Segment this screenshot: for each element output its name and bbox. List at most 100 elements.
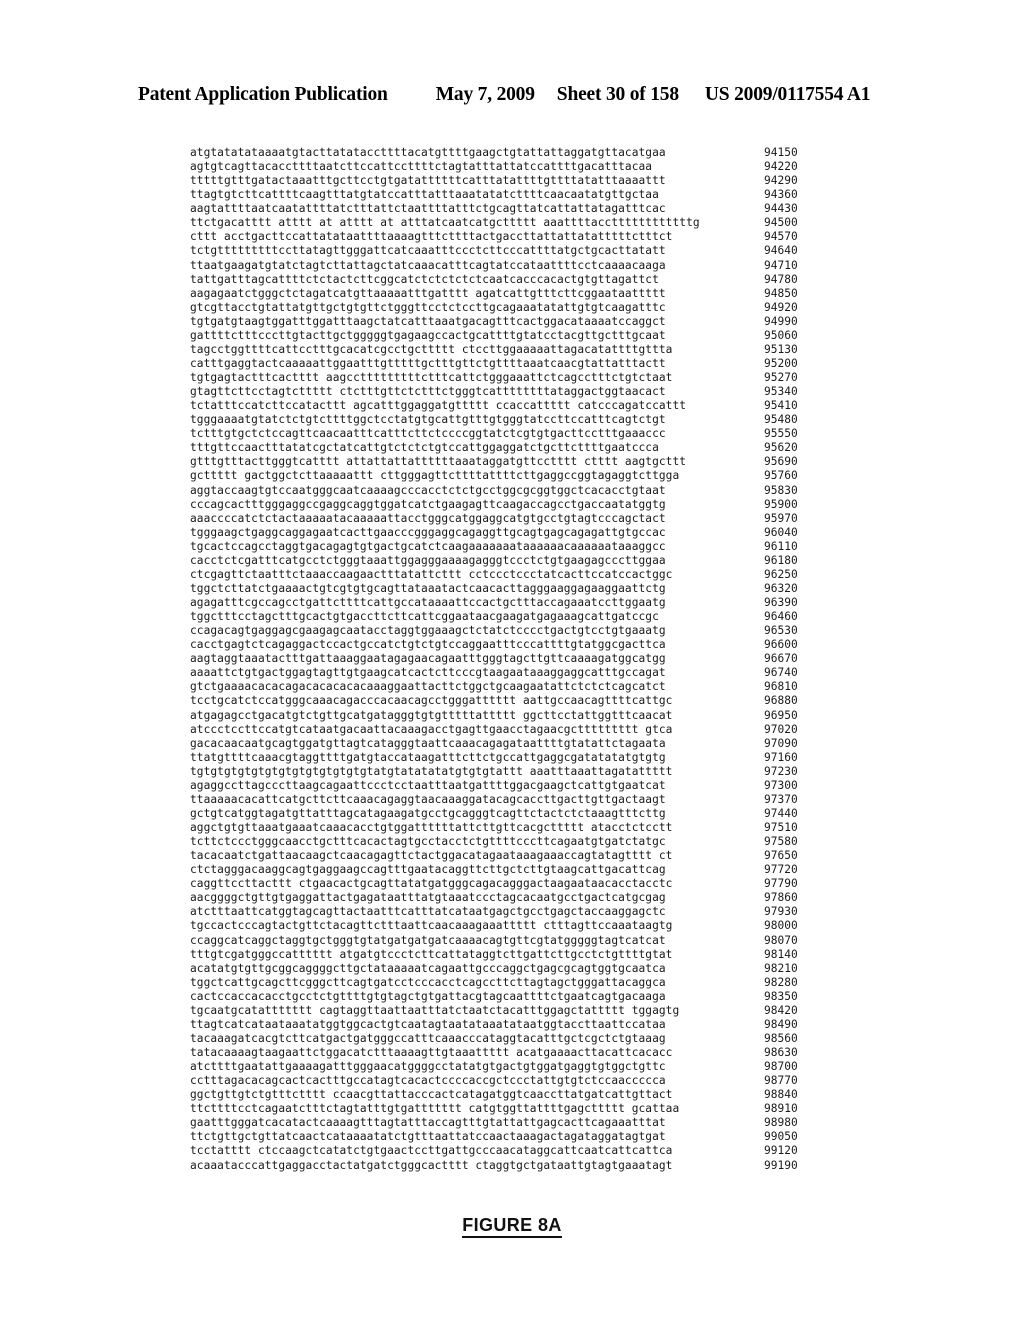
sequence-bases: atgtatatataaaatgtacttatataccttttacatgttt…	[190, 146, 666, 159]
sequence-row: aacggggctgttgtgaggattactgagataatttatgtaa…	[190, 891, 850, 905]
sequence-bases: caggttccttacttt ctgaacactgcagttatatgatgg…	[190, 877, 673, 891]
sequence-row: tggctttcctagctttgcactgtgaccttcttcattcgga…	[190, 610, 850, 624]
sequence-row: tctgtttttttttccttatagttgggattcatcaaatttc…	[190, 244, 850, 258]
sequence-position: 98700	[764, 1060, 798, 1074]
sequence-row: tatacaaaagtaagaattctggacatctttaaaagttgta…	[190, 1046, 850, 1060]
sequence-bases: tctgtttttttttccttatagttgggattcatcaaatttc…	[190, 244, 666, 258]
sequence-bases: tctttgtgctctccagttcaacaatttcatttcttctccc…	[190, 427, 666, 441]
sequence-position: 97580	[764, 835, 798, 849]
sequence-bases: gcttttt gactggctcttaaaaattt cttgggagttct…	[190, 469, 680, 483]
sequence-row: tacacaatctgattaacaagctcaacagagttctactgga…	[190, 849, 850, 863]
sequence-bases: tttttgtttgatactaaatttgcttcctgtgatatttttt…	[190, 174, 666, 188]
sequence-bases: catttgaggtactcaaaaattggaatttgtttttgctttg…	[190, 356, 666, 370]
sequence-bases: tattgatttagcattttctctactcttcggcatctctctc…	[190, 272, 659, 286]
sequence-row: cttt acctgacttccattatataattttaaaagtttctt…	[190, 230, 850, 244]
sequence-row: agaggccttagcccttaagcagaattccctcctaatttaa…	[190, 779, 850, 793]
sequence-position: 95620	[764, 441, 798, 455]
sequence-position: 97160	[764, 750, 798, 764]
sequence-position: 96110	[764, 539, 798, 553]
sequence-bases: ttctgacatttt atttt at atttt at atttatcaa…	[190, 216, 700, 230]
sequence-position: 95970	[764, 511, 798, 525]
sequence-bases: tacaaagatcacgtcttcatgactgatgggccatttcaaa…	[190, 1031, 666, 1045]
sequence-row: atctttaattcatggtagcagttactaatttcatttatca…	[190, 905, 850, 919]
sequence-position: 96250	[764, 567, 798, 581]
sequence-bases: gctgtcatggtagatgttatttagcatagaagatgcctgc…	[190, 806, 666, 820]
sequence-row: agagatttcgccagcctgattcttttcattgccataaaat…	[190, 596, 850, 610]
sequence-bases: gtagttcttcctagtcttttt ctctttgttctctttctg…	[190, 385, 666, 399]
sequence-bases: tggctttcctagctttgcactgtgaccttcttcattcgga…	[190, 610, 659, 624]
sequence-bases: tgcaatgcatattttttt cagtaggttaattaatttatc…	[190, 1003, 680, 1017]
sheet-number: Sheet 30 of 158	[556, 84, 679, 105]
sequence-bases: gacacaacaatgcagtggatgttagtcatagggtaattca…	[190, 736, 666, 750]
sequence-position: 97370	[764, 792, 798, 806]
sequence-row: tttgttccaactttatatcgctatcattgtctctctgtcc…	[190, 441, 850, 455]
sequence-position: 95060	[764, 328, 798, 342]
sequence-bases: aggtaccaagtgtccaatgggcaatcaaaagcccacctct…	[190, 483, 666, 497]
sequence-position: 98770	[764, 1074, 798, 1088]
sequence-bases: tagcctggttttcattcctttgcacatcgcctgcttttt …	[190, 342, 673, 356]
sequence-row: tgcaatgcatattttttt cagtaggttaattaatttatc…	[190, 1004, 850, 1018]
sequence-position: 98560	[764, 1031, 798, 1045]
sequence-position: 94710	[764, 258, 798, 272]
sequence-row: aaaattctgtgactggagtagttgtgaagcatcactcttc…	[190, 666, 850, 680]
sequence-row: aagtaggtaaatactttgattaaaggaatagagaacagaa…	[190, 652, 850, 666]
sequence-position: 98490	[764, 1017, 798, 1031]
sequence-bases: tttgttccaactttatatcgctatcattgtctctctgtcc…	[190, 441, 659, 455]
sequence-row: ttagtcatcataataaatatggtggcactgtcaatagtaa…	[190, 1018, 850, 1032]
sequence-position: 98980	[764, 1116, 798, 1130]
sequence-bases: tgtgtgtgtgtgtgtgtgtgtgtgtgtatgtatatatatg…	[190, 764, 673, 778]
figure-caption-label: FIGURE 8A	[462, 1215, 562, 1238]
sequence-position: 97230	[764, 764, 798, 778]
sequence-position: 95130	[764, 342, 798, 356]
sequence-row: cactccaccacacctgcctctgttttgtgtagctgtgatt…	[190, 990, 850, 1004]
sequence-row: atgtatatataaaatgtacttatataccttttacatgttt…	[190, 146, 850, 160]
sequence-bases: tgtgagtactttcactttt aagcctttttttttctttca…	[190, 371, 673, 384]
sequence-position: 98840	[764, 1088, 798, 1102]
sequence-position: 94640	[764, 244, 798, 258]
sequence-row: tcctatttt ctccaagctcatatctgtgaactccttgat…	[190, 1144, 850, 1158]
sequence-position: 94360	[764, 188, 798, 202]
sequence-position: 95550	[764, 427, 798, 441]
sequence-bases: cacctctcgatttcatgcctctgggtaaattggagggaaa…	[190, 553, 666, 567]
sequence-bases: aaaattctgtgactggagtagttgtgaagcatcactcttc…	[190, 666, 666, 680]
sequence-row: aagtattttaatcaatattttatctttattctaattttat…	[190, 202, 850, 216]
sequence-bases: agaggccttagcccttaagcagaattccctcctaatttaa…	[190, 778, 666, 792]
sequence-row: gcttttt gactggctcttaaaaattt cttgggagttct…	[190, 469, 850, 483]
sequence-row: ccaggcatcaggctaggtgctgggtgtatgatgatgatca…	[190, 934, 850, 948]
sequence-row: tcctgcatctccatgggcaaacagacccacaacagcctgg…	[190, 694, 850, 708]
sequence-position: 98280	[764, 975, 798, 989]
sequence-bases: ttctgttgctgttatcaactcataaaatatctgtttaatt…	[190, 1130, 666, 1144]
sequence-bases: tgggaaaatgtatctctgtcttttggctcctatgtgcatt…	[190, 413, 666, 427]
sequence-position: 94570	[764, 230, 798, 244]
sequence-row: ttcttttcctcagaatctttctagtatttgtgattttttt…	[190, 1102, 850, 1116]
sequence-bases: atccctccttccatgtcataatgacaattacaaagacctg…	[190, 722, 673, 736]
sequence-position: 94220	[764, 160, 798, 174]
sequence-row: tgggaaaatgtatctctgtcttttggctcctatgtgcatt…	[190, 413, 850, 427]
publication-title: Patent Application Publication	[138, 84, 388, 105]
sequence-row: gctgtcatggtagatgttatttagcatagaagatgcctgc…	[190, 807, 850, 821]
sequence-bases: gaatttgggatcacatactcaaaagtttagtatttaccag…	[190, 1116, 666, 1130]
sequence-position: 97790	[764, 877, 798, 891]
sequence-bases: atcttttgaatattgaaaagatttgggaacatggggccta…	[190, 1060, 666, 1074]
sequence-bases: tcttctccctgggcaacctgctttcacactagtgcctacc…	[190, 835, 666, 849]
sequence-bases: tctatttccatcttccatacttt agcatttggaggatgt…	[190, 399, 687, 413]
sequence-row: tctatttccatcttccatacttt agcatttggaggatgt…	[190, 399, 850, 413]
sequence-position: 97860	[764, 891, 798, 905]
sequence-bases: gtttgtttacttgggtcatttt attattattatttttta…	[190, 455, 687, 469]
sequence-bases: ttcttttcctcagaatctttctagtatttgtgattttttt…	[190, 1102, 680, 1116]
sequence-position: 98350	[764, 989, 798, 1003]
sequence-row: tttgtcgatgggccatttttt atgatgtccctcttcatt…	[190, 948, 850, 962]
sequence-row: atcttttgaatattgaaaagatttgggaacatggggccta…	[190, 1060, 850, 1074]
sequence-position: 96600	[764, 638, 798, 652]
publication-date: May 7, 2009	[435, 84, 535, 105]
sequence-row: gtctgaaaacacacagacacacacacaaaggaattacttc…	[190, 680, 850, 694]
sequence-position: 95830	[764, 483, 798, 497]
sequence-position: 98000	[764, 919, 798, 933]
sequence-bases: ttaatgaagatgtatctagtcttattagctatcaaacatt…	[190, 258, 666, 272]
sequence-bases: gattttctttcccttgtacttgctgggggtgagaagccac…	[190, 328, 666, 342]
sequence-row: catttgaggtactcaaaaattggaatttgtttttgctttg…	[190, 357, 850, 371]
sequence-row: ttatgttttcaaacgtaggttttgatgtaccataagattt…	[190, 751, 850, 765]
sequence-bases: acaaatacccattgaggacctactatgatctgggcacttt…	[190, 1158, 673, 1172]
sequence-row: gtcgttacctgtattatgttgctgtgttctgggttcctct…	[190, 301, 850, 315]
sequence-position: 95690	[764, 455, 798, 469]
